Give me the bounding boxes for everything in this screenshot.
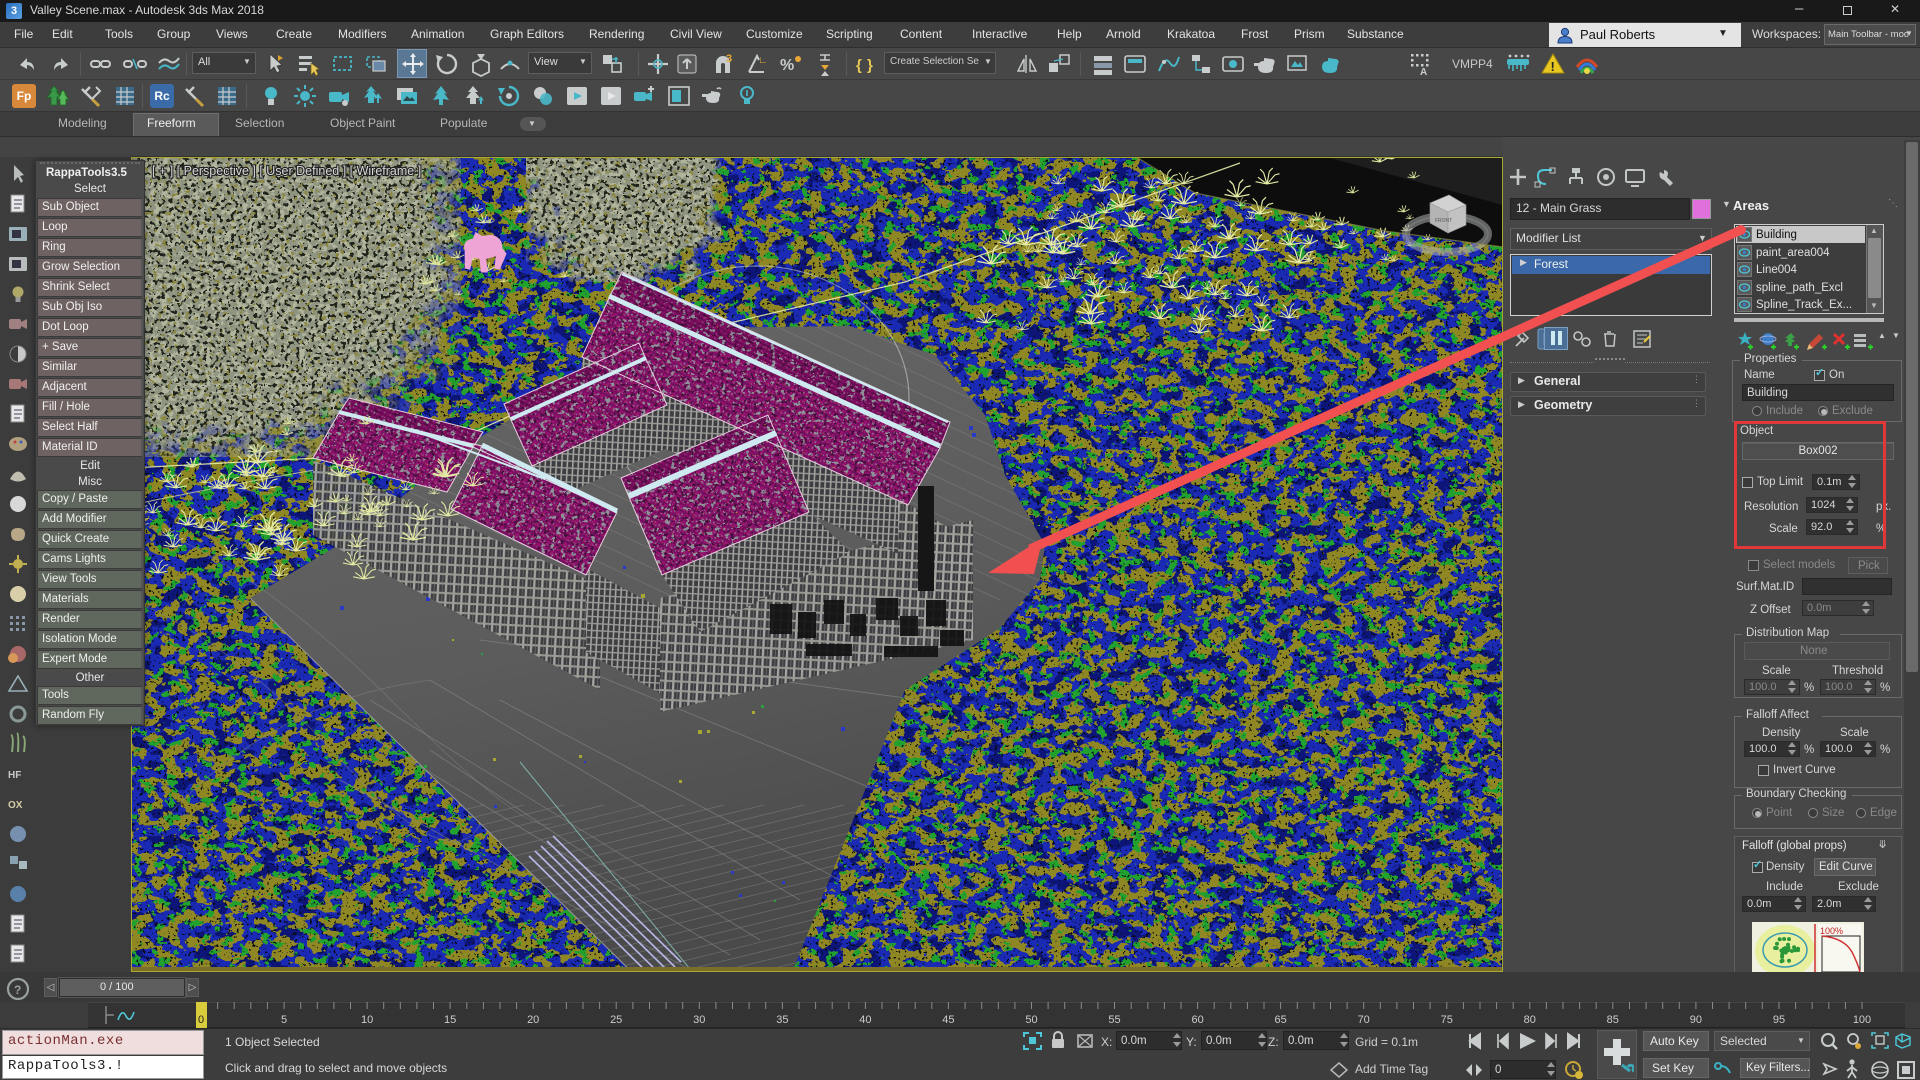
svg-text:A: A — [1420, 67, 1427, 77]
svg-text:HF: HF — [8, 770, 21, 781]
svg-text:!: ! — [1551, 59, 1555, 74]
svg-text:3: 3 — [726, 53, 732, 65]
svg-text:40: 40 — [859, 1014, 871, 1026]
svg-text:FRONT: FRONT — [1435, 218, 1452, 224]
svg-text:30: 30 — [693, 1014, 705, 1026]
svg-text:[ + ] [ Perspective ] [ User D: [ + ] [ Perspective ] [ User Defined ] [… — [152, 164, 421, 178]
svg-text:60: 60 — [1191, 1014, 1203, 1026]
svg-text:75: 75 — [1441, 1014, 1453, 1026]
svg-text:50: 50 — [1025, 1014, 1037, 1026]
svg-text:}: } — [867, 57, 873, 74]
svg-text:100: 100 — [1853, 1014, 1871, 1026]
svg-text:∟: ∟ — [758, 55, 768, 66]
svg-text:20: 20 — [527, 1014, 539, 1026]
svg-text:?: ? — [14, 983, 21, 997]
svg-text:%: % — [780, 57, 794, 74]
svg-text:{: { — [856, 57, 862, 74]
svg-text:80: 80 — [1524, 1014, 1536, 1026]
svg-text:95: 95 — [1773, 1014, 1785, 1026]
svg-text:45: 45 — [942, 1014, 954, 1026]
svg-text:OX: OX — [8, 800, 23, 811]
svg-text:5: 5 — [281, 1014, 287, 1026]
svg-text:55: 55 — [1108, 1014, 1120, 1026]
svg-text:25: 25 — [610, 1014, 622, 1026]
svg-text:70: 70 — [1358, 1014, 1370, 1026]
svg-text:0: 0 — [198, 1014, 204, 1026]
svg-text:35: 35 — [776, 1014, 788, 1026]
svg-text:90: 90 — [1690, 1014, 1702, 1026]
svg-text:15: 15 — [444, 1014, 456, 1026]
svg-text:100%: 100% — [1820, 926, 1843, 936]
svg-text:10: 10 — [361, 1014, 373, 1026]
svg-text:85: 85 — [1607, 1014, 1619, 1026]
svg-text:65: 65 — [1274, 1014, 1286, 1026]
